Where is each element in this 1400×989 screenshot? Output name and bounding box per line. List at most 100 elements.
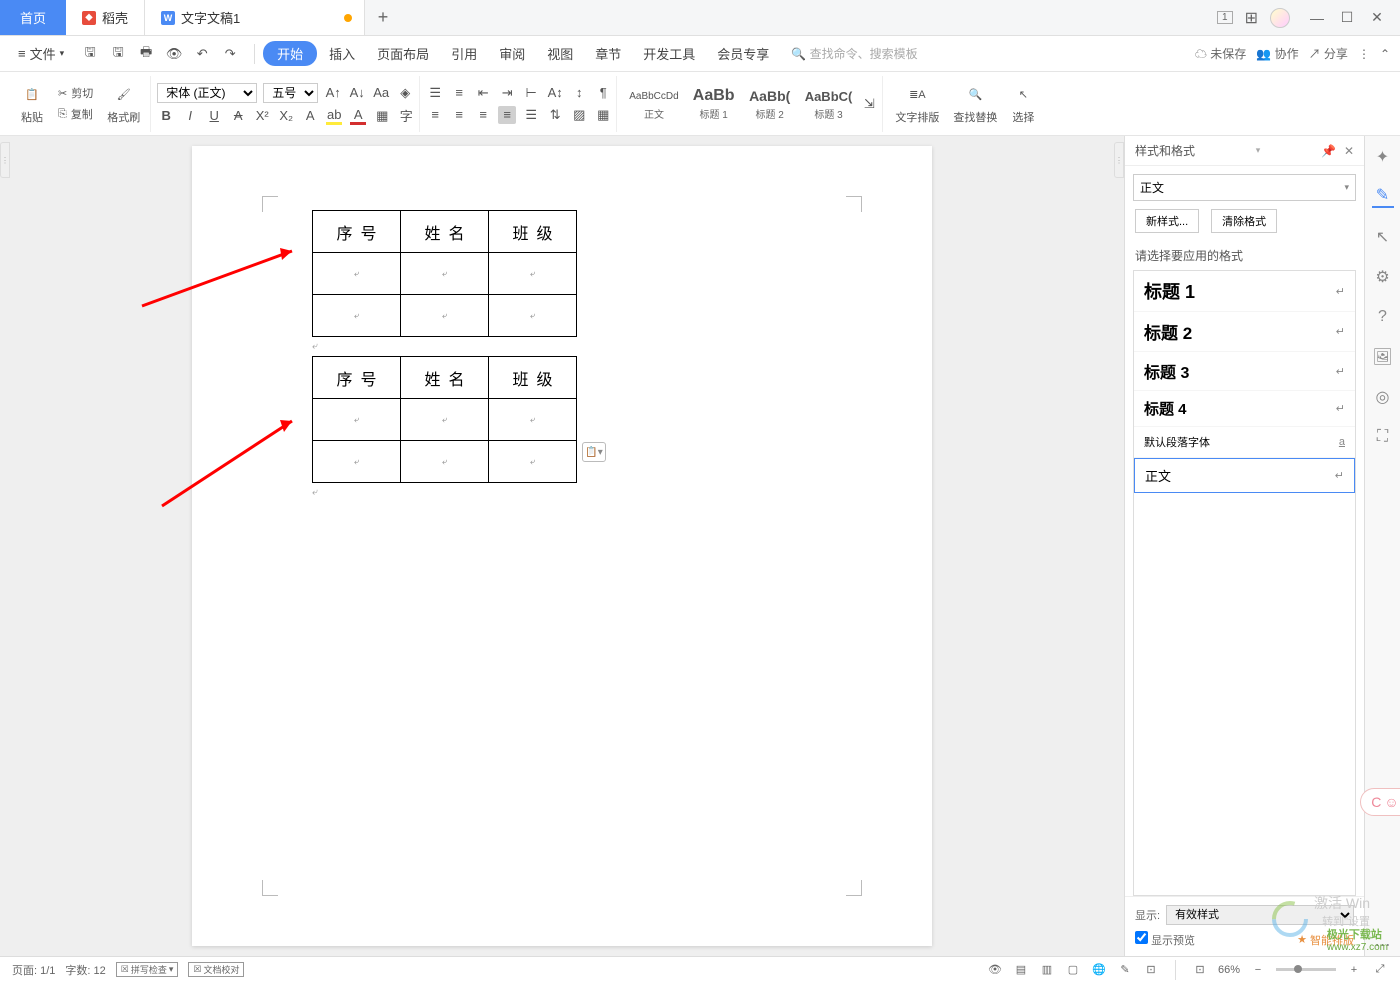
cell[interactable]: 序号 — [313, 357, 401, 399]
superscript-button[interactable]: X² — [253, 107, 271, 125]
right-panel-handle[interactable]: ⋮ — [1114, 142, 1124, 178]
align-center-icon[interactable]: ≡ — [450, 106, 468, 124]
cell[interactable]: ⤶ — [489, 399, 577, 441]
strikethrough-button[interactable]: A — [229, 107, 247, 125]
cell[interactable]: ⤶ — [313, 441, 401, 483]
cell[interactable]: ⤶ — [489, 441, 577, 483]
redo-icon[interactable]: ↷ — [220, 44, 240, 64]
decrease-indent-icon[interactable]: ⇤ — [474, 84, 492, 102]
zoom-in-icon[interactable]: + — [1346, 962, 1362, 978]
zoom-slider[interactable] — [1276, 968, 1336, 971]
floating-assistant[interactable]: C☺ — [1360, 788, 1400, 816]
borders-icon[interactable]: ▦ — [594, 106, 612, 124]
word-count[interactable]: 字数: 12 — [65, 962, 105, 978]
style-list-item[interactable]: 默认段落字体a — [1134, 427, 1355, 458]
menu-page-layout[interactable]: 页面布局 — [367, 40, 439, 67]
side-tool-1[interactable]: ✦ — [1372, 146, 1394, 168]
cell[interactable]: ⤶ — [313, 253, 401, 295]
subscript-button[interactable]: X₂ — [277, 107, 295, 125]
align-right-icon[interactable]: ≡ — [474, 106, 492, 124]
menu-devtools[interactable]: 开发工具 — [633, 40, 705, 67]
eye-icon[interactable]: 👁 — [987, 962, 1003, 978]
grid-icon[interactable]: ⊞ — [1245, 8, 1258, 28]
view-mode-2-icon[interactable]: ▥ — [1039, 962, 1055, 978]
current-style-select[interactable]: 正文 ▾ — [1133, 174, 1356, 201]
cell[interactable]: 姓名 — [401, 211, 489, 253]
outline-icon[interactable]: ✎ — [1117, 962, 1133, 978]
cell[interactable]: ⤶ — [401, 441, 489, 483]
side-tool-settings[interactable]: ⚙ — [1372, 266, 1394, 288]
zoom-out-icon[interactable]: − — [1250, 962, 1266, 978]
collapse-ribbon-icon[interactable]: ⌃ — [1380, 47, 1390, 61]
bullets-icon[interactable]: ☰ — [426, 84, 444, 102]
style-list-item[interactable]: 标题 1↵ — [1134, 271, 1355, 312]
change-case-icon[interactable]: Aa — [372, 84, 390, 102]
cell[interactable]: 姓名 — [401, 357, 489, 399]
underline-button[interactable]: U — [205, 107, 223, 125]
menu-view[interactable]: 视图 — [537, 40, 583, 67]
shading-icon[interactable]: ▨ — [570, 106, 588, 124]
cell[interactable]: ⤶ — [489, 295, 577, 337]
print-icon[interactable]: 🖶 — [136, 44, 156, 64]
increase-indent-icon[interactable]: ⇥ — [498, 84, 516, 102]
tab-daoke[interactable]: ⬥ 稻壳 — [66, 0, 145, 35]
pin-icon[interactable]: 📌 — [1321, 144, 1336, 158]
cell[interactable]: ⤶ — [313, 295, 401, 337]
page-indicator[interactable]: 页面: 1/1 — [12, 962, 55, 978]
style-item-h2[interactable]: AaBb(标题 2 — [743, 84, 797, 123]
style-list-item[interactable]: 标题 4↵ — [1134, 391, 1355, 427]
clear-format-icon[interactable]: ◈ — [396, 84, 414, 102]
show-marks-icon[interactable]: ¶ — [594, 84, 612, 102]
italic-button[interactable]: I — [181, 107, 199, 125]
menu-review[interactable]: 审阅 — [489, 40, 535, 67]
menu-start[interactable]: 开始 — [263, 41, 317, 66]
line-spacing-icon[interactable]: ⇅ — [546, 106, 564, 124]
proofread-button[interactable]: ☒ 文档校对 — [188, 962, 244, 977]
view-mode-1-icon[interactable]: ▤ — [1013, 962, 1029, 978]
undo-icon[interactable]: ↶ — [192, 44, 212, 64]
web-layout-icon[interactable]: 🌐 — [1091, 962, 1107, 978]
numbering-icon[interactable]: ≡ — [450, 84, 468, 102]
print-preview-icon[interactable]: 👁 — [164, 44, 184, 64]
style-list-item[interactable]: 标题 3↵ — [1134, 352, 1355, 391]
side-tool-styles[interactable]: ✎ — [1372, 186, 1394, 208]
text-layout-button[interactable]: ≣A文字排版 — [889, 81, 945, 127]
menu-vip[interactable]: 会员专享 — [707, 40, 779, 67]
command-search[interactable]: 🔍 查找命令、搜索模板 — [781, 45, 927, 62]
align-left-icon[interactable]: ≡ — [426, 106, 444, 124]
cell[interactable]: ⤶ — [401, 253, 489, 295]
cell[interactable]: 序号 — [313, 211, 401, 253]
shrink-font-icon[interactable]: A↓ — [348, 84, 366, 102]
bold-button[interactable]: B — [157, 107, 175, 125]
more-icon[interactable]: ⋮ — [1358, 47, 1370, 61]
side-tool-location[interactable]: ◎ — [1372, 386, 1394, 408]
menu-references[interactable]: 引用 — [441, 40, 487, 67]
side-tool-image[interactable]: 🖼 — [1372, 346, 1394, 368]
font-name-select[interactable]: 宋体 (正文) — [157, 83, 257, 103]
style-item-h1[interactable]: AaBb标题 1 — [687, 84, 741, 123]
tab-settings-icon[interactable]: ⊢ — [522, 84, 540, 102]
phonetic-button[interactable]: 字 — [397, 107, 415, 125]
share-button[interactable]: ↗ 分享 — [1309, 45, 1348, 62]
draft-icon[interactable]: ⊡ — [1143, 962, 1159, 978]
tab-new[interactable]: + — [365, 0, 401, 35]
menu-insert[interactable]: 插入 — [319, 40, 365, 67]
cell[interactable]: ⤶ — [401, 399, 489, 441]
styles-more-icon[interactable]: ⇲ — [860, 95, 878, 113]
font-color-button[interactable]: A — [349, 107, 367, 125]
cell[interactable]: ⤶ — [313, 399, 401, 441]
preview-checkbox[interactable]: 显示预览 — [1135, 931, 1195, 948]
new-style-button[interactable]: 新样式... — [1135, 209, 1199, 233]
maximize-button[interactable]: ☐ — [1332, 0, 1362, 36]
view-mode-3-icon[interactable]: ▢ — [1065, 962, 1081, 978]
close-panel-icon[interactable]: ✕ — [1344, 144, 1354, 158]
document-canvas[interactable]: 序号姓名班级 ⤶⤶⤶ ⤶⤶⤶ ⤶ 序号姓名班级 ⤶⤶⤶ ⤶⤶⤶ ⤶ 📋▾ — [0, 136, 1124, 956]
cell[interactable]: 班级 — [489, 357, 577, 399]
fit-icon[interactable]: ⊡ — [1192, 962, 1208, 978]
text-direction-icon[interactable]: A↕ — [546, 84, 564, 102]
paste-options-button[interactable]: 📋▾ — [582, 442, 606, 462]
char-shading-button[interactable]: ▦ — [373, 107, 391, 125]
style-item-body[interactable]: AaBbCcDd正文 — [623, 84, 684, 123]
left-panel-handle[interactable]: ⋮ — [0, 142, 10, 178]
cell[interactable]: ⤶ — [401, 295, 489, 337]
